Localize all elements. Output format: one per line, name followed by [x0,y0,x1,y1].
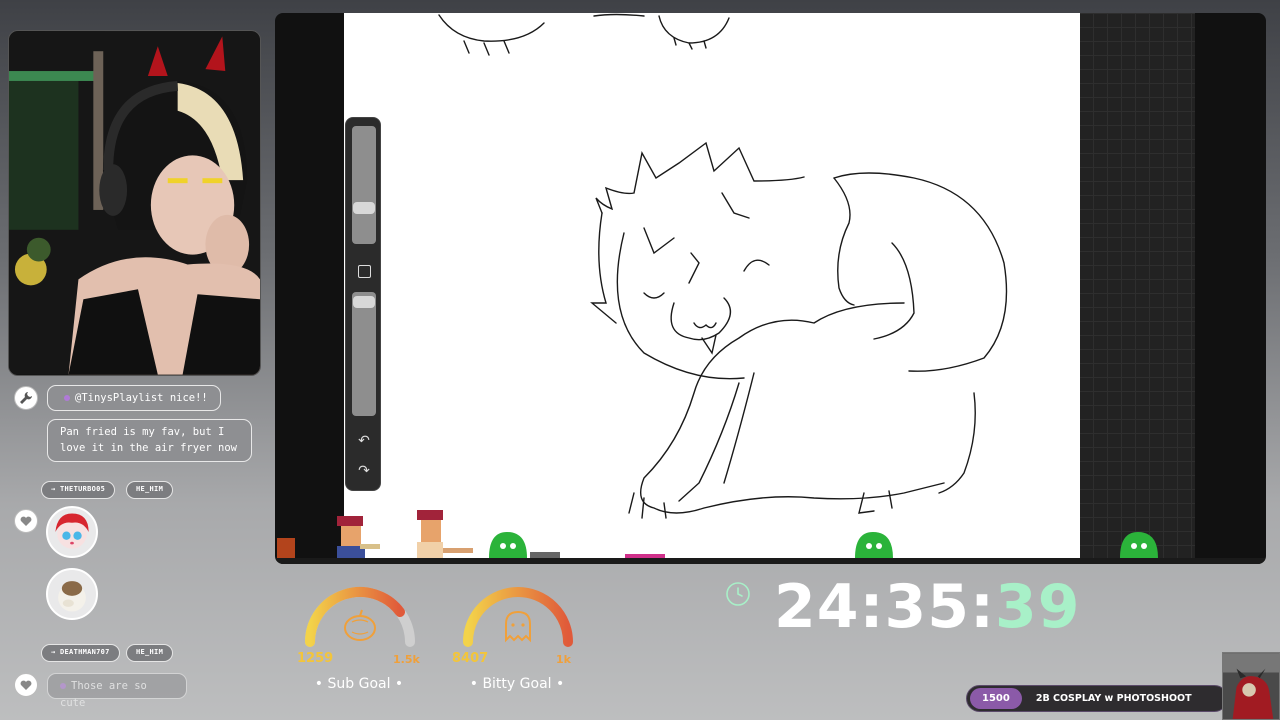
chat-message-text: Those are so cute [60,680,147,709]
wrench-icon [14,386,38,410]
chat-message: @TinysPlaylist nice!! [47,385,221,411]
bitty-goal-current: 8407 [452,651,489,666]
pronoun-tag: HE_HIM [126,481,174,499]
sub-goal-gauge [305,587,415,647]
emote-sticker-sheep [46,568,98,620]
emote-sticker-redhair [46,506,98,558]
ticker-text: 2B COSPLAY w PHOTOSHOOT [1035,693,1192,704]
sub-goal-max: 1.5k [393,653,420,666]
slider-thumb[interactable] [353,202,375,214]
heart-icon [14,509,38,533]
chat-message: Pan fried is my fav, but I love it in th… [47,419,252,462]
pronoun-tag: HE_HIM [126,644,174,662]
mascot-avatar [1222,652,1280,720]
undo-icon[interactable]: ↶ [355,432,373,450]
bitty-goal-label: • Bitty Goal • [469,676,565,692]
chat-message-text: Pan fried is my fav, but I love it in th… [60,426,238,454]
chat-username-tag[interactable]: → DEATHMAN707 [41,644,120,662]
webcam-image [9,31,260,375]
chat-user-dot [64,395,70,401]
ticker-amount-badge: 1500 [970,688,1022,709]
webcam-feed [8,30,261,376]
drawing-toolbar: ↶ ↷ [345,117,381,491]
chat-username-tag[interactable]: → THETURBO05 [41,481,116,499]
bitty-goal-max: 1k [556,653,571,666]
chat-message-text: @TinysPlaylist nice!! [75,392,208,404]
sub-goal-label: • Sub Goal • [314,676,404,692]
username: DEATHMAN707 [60,648,110,656]
slider-thumb[interactable] [353,296,375,308]
chat-user-dot [60,683,66,689]
timer-hours-minutes: 24:35: [774,572,995,642]
username: THETURBO05 [60,485,106,493]
sketch-drawing [438,13,1008,519]
canvas-background-grid [1065,13,1195,564]
redo-icon[interactable]: ↷ [355,462,373,480]
pronoun-label: HE_HIM [136,485,164,493]
pixel-game-overlay [275,510,1266,564]
stream-timer: 24:35:39 [774,572,1080,642]
drawing-canvas[interactable] [344,13,1080,564]
heart-icon [14,673,38,697]
pronoun-label: HE_HIM [136,648,164,656]
incentive-ticker: 1500 2B COSPLAY w PHOTOSHOOT [966,685,1228,712]
brush-size-slider[interactable] [352,126,376,244]
ghost-icon [505,610,531,643]
eyedropper-square-button[interactable] [355,262,373,280]
opacity-slider[interactable] [352,292,376,416]
sub-goal-current: 1259 [297,651,334,666]
arrow-right-icon: → [51,485,61,493]
pumpkin-icon [344,609,376,641]
chat-message-faded: Those are so cute [47,673,187,709]
bitty-goal-gauge [463,587,573,647]
arrow-right-icon: → [51,648,61,656]
drawing-app-screen: ↶ ↷ [275,13,1266,564]
clock-icon [726,582,750,606]
timer-seconds: 39 [994,572,1081,642]
